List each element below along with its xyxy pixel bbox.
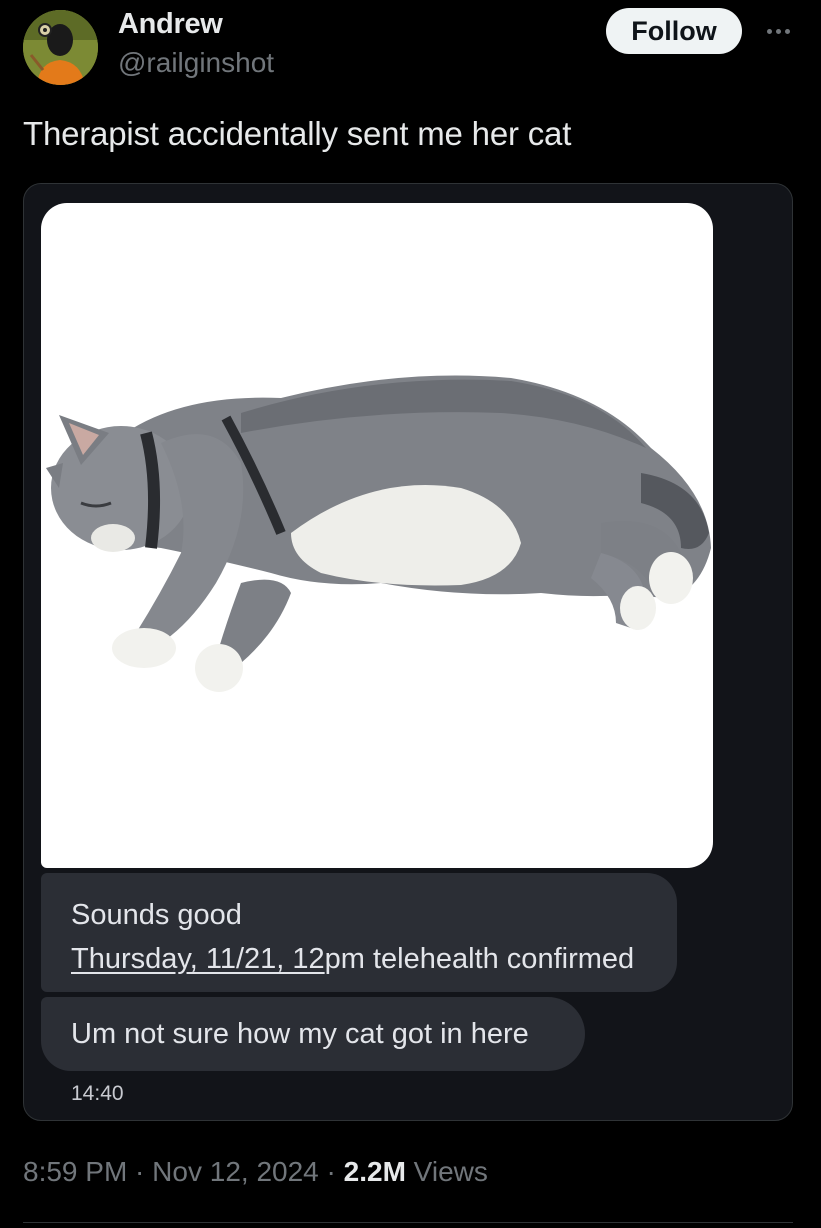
message-bubble-confirmation[interactable]: Sounds good Thursday, 11/21, 12pm telehe… xyxy=(41,873,677,992)
divider xyxy=(23,1222,793,1223)
message-text: Um not sure how my cat got in here xyxy=(71,1018,529,1050)
date-link[interactable]: Thursday, 11/21, 12 xyxy=(71,943,325,975)
message-text: Sounds good xyxy=(71,899,242,931)
separator: · xyxy=(318,1156,344,1187)
message-text-line2: Thursday, 11/21, 12pm telehealth confirm… xyxy=(71,937,647,981)
tweet-media[interactable]: Sounds good Thursday, 11/21, 12pm telehe… xyxy=(23,183,793,1121)
views-count: 2.2M xyxy=(343,1156,406,1187)
avatar-photo-icon xyxy=(23,10,98,85)
cat-illustration xyxy=(46,375,712,692)
tweet-time[interactable]: 8:59 PM xyxy=(23,1156,127,1187)
more-options-button[interactable] xyxy=(758,16,798,46)
author-display-name[interactable]: Andrew xyxy=(118,8,223,41)
tweet-text: Therapist accidentally sent me her cat xyxy=(23,115,572,152)
tweet-date[interactable]: Nov 12, 2024 xyxy=(152,1156,319,1187)
author-handle[interactable]: @railginshot xyxy=(118,47,274,79)
message-text-rest: pm telehealth confirmed xyxy=(324,943,635,975)
more-horizontal-icon xyxy=(766,28,790,34)
cat-photo xyxy=(41,203,713,868)
tweet-meta: 8:59 PM · Nov 12, 2024 · 2.2M Views xyxy=(23,1156,488,1188)
views-label: Views xyxy=(413,1156,488,1187)
message-bubble-cat[interactable]: Um not sure how my cat got in here xyxy=(41,997,585,1071)
follow-button[interactable]: Follow xyxy=(606,8,742,54)
message-timestamp: 14:40 xyxy=(71,1082,124,1105)
avatar[interactable] xyxy=(23,10,98,85)
separator: · xyxy=(127,1156,153,1187)
